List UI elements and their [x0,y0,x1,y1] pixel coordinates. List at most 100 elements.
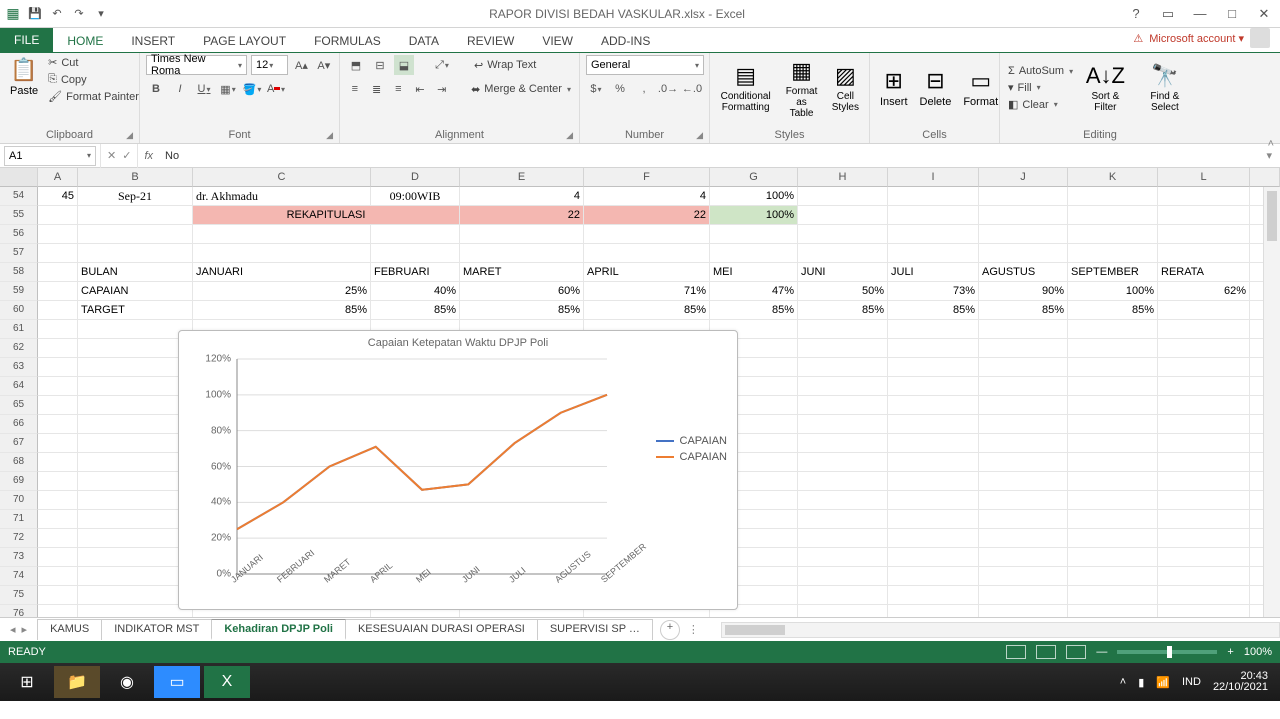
comma-format-icon[interactable]: , [634,79,654,99]
row-header-54[interactable]: 54 [0,187,38,206]
align-bottom-icon[interactable]: ⬓ [394,55,414,75]
autosum-button[interactable]: ΣAutoSum▾ [1006,64,1075,78]
zoom-in-icon[interactable]: + [1227,646,1233,658]
row-header-61[interactable]: 61 [0,320,38,339]
cell-I55[interactable] [888,206,979,225]
cell-K75[interactable] [1068,586,1158,605]
cell-J59[interactable]: 90% [979,282,1068,301]
cell-L63[interactable] [1158,358,1250,377]
find-select-button[interactable]: 🔭Find & Select [1136,61,1194,115]
cell-J62[interactable] [979,339,1068,358]
cell-L61[interactable] [1158,320,1250,339]
row-header-68[interactable]: 68 [0,453,38,472]
cell-H64[interactable] [798,377,888,396]
cell-L76[interactable] [1158,605,1250,617]
cell-L64[interactable] [1158,377,1250,396]
cut-button[interactable]: ✂Cut [46,55,141,70]
name-box[interactable]: A1▾ [4,146,96,166]
cell-B62[interactable] [78,339,193,358]
cell-J64[interactable] [979,377,1068,396]
cell-C58[interactable]: JANUARI [193,263,371,282]
cell-B64[interactable] [78,377,193,396]
percent-format-icon[interactable]: % [610,79,630,99]
row-header-75[interactable]: 75 [0,586,38,605]
cell-K62[interactable] [1068,339,1158,358]
row-header-55[interactable]: 55 [0,206,38,225]
fill-color-button[interactable]: 🪣▾ [242,79,262,99]
cell-A61[interactable] [38,320,78,339]
cell-J69[interactable] [979,472,1068,491]
minimize-icon[interactable]: — [1188,6,1212,21]
enter-formula-icon[interactable]: ✓ [122,149,131,162]
cell-H69[interactable] [798,472,888,491]
fill-button[interactable]: ▾Fill▾ [1006,80,1075,95]
cell-F55[interactable]: 22 [584,206,710,225]
cell-I75[interactable] [888,586,979,605]
cell-B72[interactable] [78,529,193,548]
cell-L60[interactable] [1158,301,1250,320]
cell-L62[interactable] [1158,339,1250,358]
cell-L66[interactable] [1158,415,1250,434]
align-top-icon[interactable]: ⬒ [346,55,366,75]
tray-chevron-icon[interactable]: ˄ [1120,676,1126,688]
cell-I56[interactable] [888,225,979,244]
col-header-D[interactable]: D [371,168,460,187]
select-all-cell[interactable] [0,168,38,187]
increase-indent-icon[interactable]: ⇥ [433,79,451,99]
cell-I62[interactable] [888,339,979,358]
cell-I65[interactable] [888,396,979,415]
cell-D59[interactable]: 40% [371,282,460,301]
col-header-G[interactable]: G [710,168,798,187]
row-header-62[interactable]: 62 [0,339,38,358]
dialog-launcher-icon[interactable]: ◢ [696,130,703,141]
row-header-70[interactable]: 70 [0,491,38,510]
cell-L70[interactable] [1158,491,1250,510]
row-header-66[interactable]: 66 [0,415,38,434]
cell-B54[interactable]: Sep-21 [78,187,193,206]
cell-K57[interactable] [1068,244,1158,263]
tab-addins[interactable]: ADD-INS [587,30,664,52]
border-button[interactable]: ▦▾ [218,79,238,99]
page-layout-view-icon[interactable] [1036,645,1056,659]
cell-I64[interactable] [888,377,979,396]
cell-E59[interactable]: 60% [460,282,584,301]
decrease-indent-icon[interactable]: ⇤ [411,79,429,99]
cell-L58[interactable]: RERATA [1158,263,1250,282]
cell-K60[interactable]: 85% [1068,301,1158,320]
cell-A60[interactable] [38,301,78,320]
cell-B60[interactable]: TARGET [78,301,193,320]
sheet-tab[interactable]: KESESUAIAN DURASI OPERASI [345,619,538,640]
cell-B76[interactable] [78,605,193,617]
taskbar-chrome-icon[interactable]: ◉ [104,666,150,698]
cancel-formula-icon[interactable]: ✕ [107,149,116,162]
cell-L71[interactable] [1158,510,1250,529]
sheet-tab-scroll-icon[interactable]: ⋮ [680,623,707,636]
cell-H55[interactable] [798,206,888,225]
fx-icon[interactable]: fx [138,150,159,162]
cell-styles-button[interactable]: ▨Cell Styles [828,61,863,115]
cell-H76[interactable] [798,605,888,617]
paste-button[interactable]: 📋 Paste [6,55,42,99]
cell-I58[interactable]: JULI [888,263,979,282]
cell-B58[interactable]: BULAN [78,263,193,282]
cell-L68[interactable] [1158,453,1250,472]
cell-E60[interactable]: 85% [460,301,584,320]
cell-A76[interactable] [38,605,78,617]
cell-L69[interactable] [1158,472,1250,491]
font-color-button[interactable]: A▾ [266,79,286,99]
sheet-tab[interactable]: INDIKATOR MST [101,619,212,640]
delete-cells-button[interactable]: ⊟Delete [916,66,956,110]
cell-B68[interactable] [78,453,193,472]
wrap-text-button[interactable]: ↩Wrap Text [472,58,538,73]
cell-K65[interactable] [1068,396,1158,415]
taskbar-excel-icon[interactable]: X [204,666,250,698]
grow-font-icon[interactable]: A▴ [292,55,310,75]
cell-I63[interactable] [888,358,979,377]
cell-J71[interactable] [979,510,1068,529]
align-right-icon[interactable]: ≡ [389,79,407,99]
cell-B57[interactable] [78,244,193,263]
tray-lang[interactable]: IND [1182,676,1201,688]
insert-cells-button[interactable]: ⊞Insert [876,66,912,110]
cell-I66[interactable] [888,415,979,434]
cell-J65[interactable] [979,396,1068,415]
